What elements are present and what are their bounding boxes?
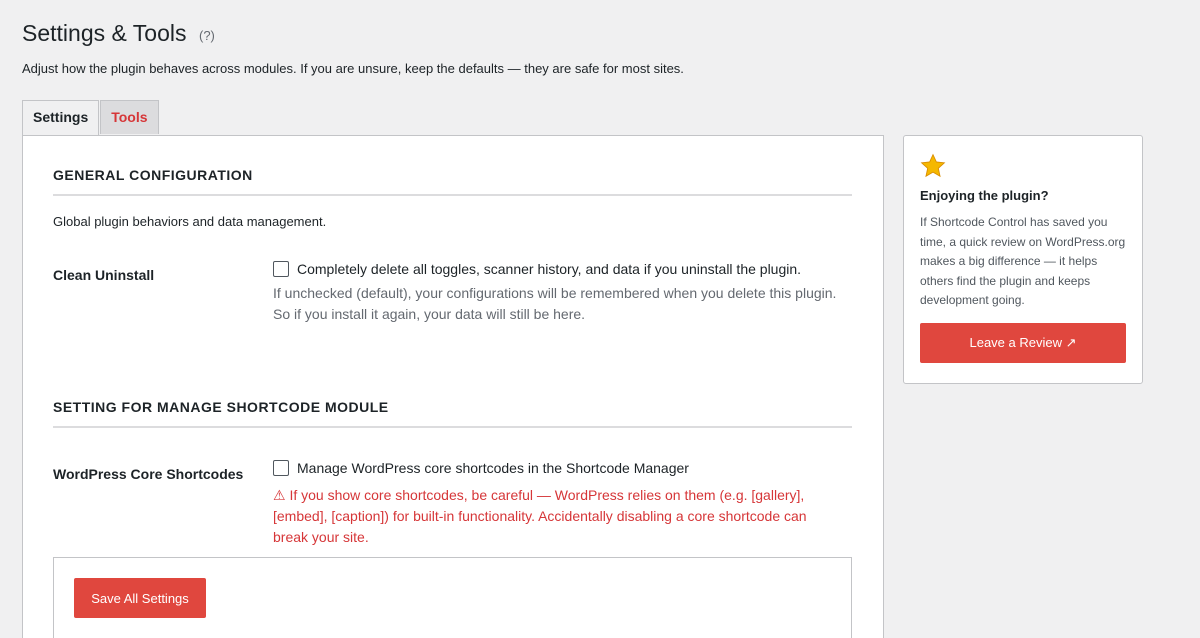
clean-uninstall-label: Clean Uninstall	[53, 267, 155, 283]
shortcode-module-heading: SETTING FOR MANAGE SHORTCODE MODULE	[53, 399, 389, 415]
leave-review-button[interactable]: Leave a Review ↗	[920, 323, 1126, 363]
settings-page: Settings & Tools (?) Adjust how the plug…	[0, 0, 1200, 638]
help-link[interactable]: (?)	[199, 28, 215, 43]
clean-uninstall-checkbox[interactable]	[273, 261, 289, 277]
clean-uninstall-help-2: So if you install it again, your data wi…	[273, 306, 586, 322]
tab-bar: Settings Tools	[22, 100, 160, 137]
clean-uninstall-option[interactable]: Completely delete all toggles, scanner h…	[273, 261, 801, 277]
core-shortcodes-option[interactable]: Manage WordPress core shortcodes in the …	[273, 460, 689, 476]
page-subtitle: Adjust how the plugin behaves across mod…	[22, 61, 684, 76]
page-title: Settings & Tools	[22, 20, 187, 46]
review-card: Enjoying the plugin? If Shortcode Contro…	[903, 135, 1143, 384]
settings-panel: GENERAL CONFIGURATION Global plugin beha…	[22, 135, 884, 638]
save-area: Save All Settings	[53, 557, 852, 638]
save-all-settings-button[interactable]: Save All Settings	[74, 578, 206, 618]
general-config-description: Global plugin behaviors and data managem…	[53, 214, 327, 229]
core-shortcodes-checkbox-label: Manage WordPress core shortcodes in the …	[297, 460, 689, 476]
core-shortcodes-checkbox[interactable]	[273, 460, 289, 476]
clean-uninstall-help-1: If unchecked (default), your configurati…	[273, 285, 837, 301]
core-shortcodes-warning: ⚠ If you show core shortcodes, be carefu…	[273, 487, 807, 545]
section-divider	[53, 194, 852, 196]
general-config-heading: GENERAL CONFIGURATION	[53, 167, 253, 183]
core-shortcodes-label: WordPress Core Shortcodes	[53, 466, 244, 482]
tab-settings[interactable]: Settings	[22, 100, 100, 137]
tab-tools[interactable]: Tools	[100, 100, 159, 134]
clean-uninstall-checkbox-label: Completely delete all toggles, scanner h…	[297, 261, 802, 277]
star-icon	[920, 153, 946, 178]
review-card-title: Enjoying the plugin?	[920, 188, 1049, 203]
section-divider	[53, 426, 852, 428]
review-card-body: If Shortcode Control has saved you time,…	[920, 215, 1126, 307]
